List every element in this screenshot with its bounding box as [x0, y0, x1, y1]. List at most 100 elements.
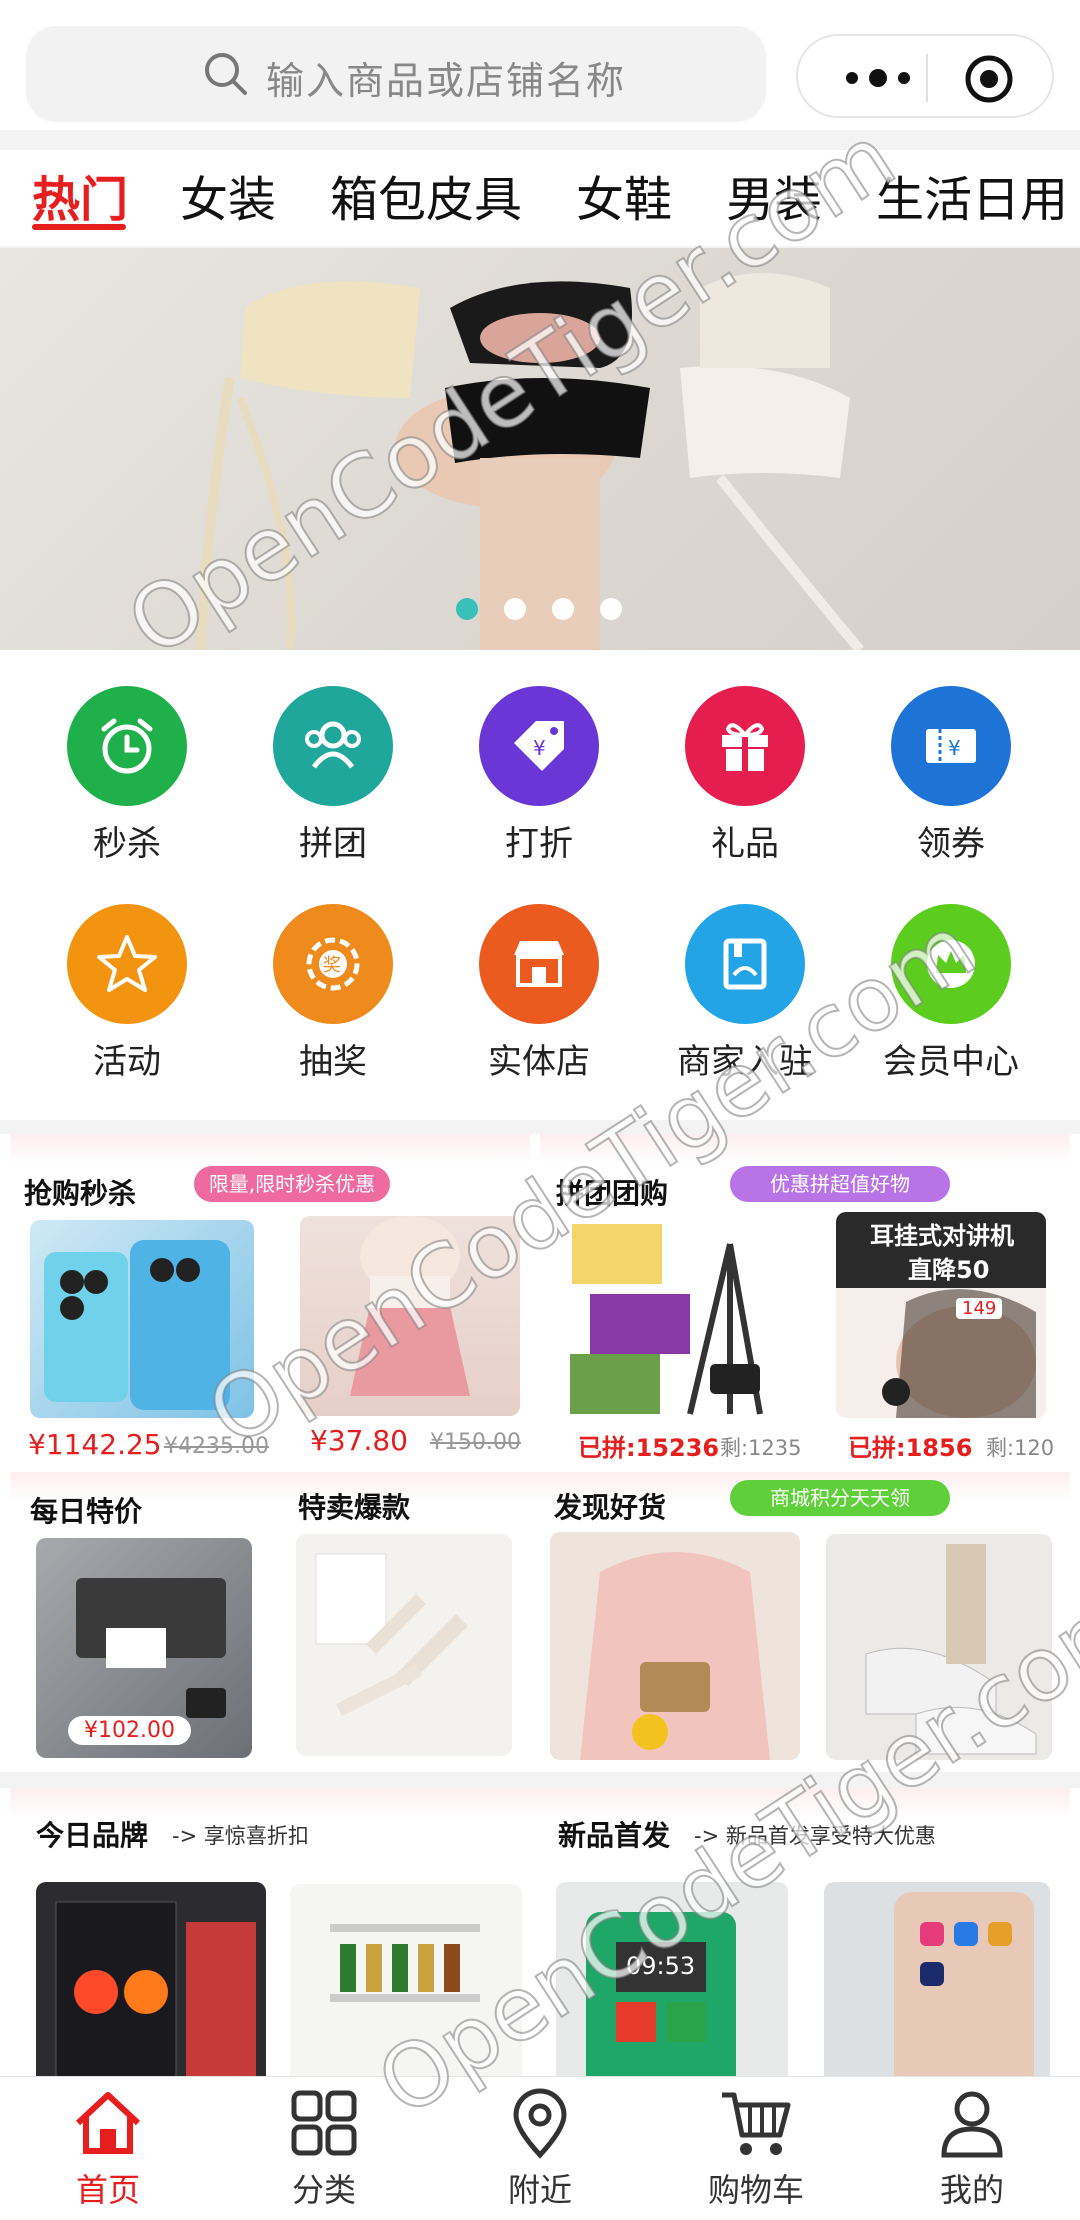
grid-item-lottery[interactable]: 奖 抽奖: [230, 904, 436, 1083]
product-image-phone[interactable]: [30, 1220, 254, 1418]
product-image-blouse[interactable]: [550, 1532, 800, 1760]
tabbar-label: 我的: [939, 2171, 1004, 2209]
crown-icon: [891, 904, 1011, 1024]
tab-mens-clothing[interactable]: 男装: [726, 160, 822, 230]
product-image-pc-case[interactable]: [36, 1882, 266, 2078]
grid-label: 会员中心: [883, 1042, 1019, 1082]
hot-sale-title: 特卖爆款: [298, 1491, 411, 1524]
svg-text:09:53: 09:53: [626, 1952, 695, 1980]
flash-sale-title: 抢购秒杀: [24, 1177, 137, 1210]
group-icon: [273, 686, 393, 806]
search-box[interactable]: 输入商品或店铺名称: [26, 26, 766, 122]
new-arrivals-title: 新品首发: [558, 1819, 671, 1852]
daily-price: ¥102.00: [68, 1716, 191, 1745]
grid-item-coupons[interactable]: ¥ 领券: [848, 686, 1054, 865]
today-brand-title: 今日品牌: [36, 1819, 149, 1852]
product-image-tripod[interactable]: [560, 1214, 800, 1420]
bottom-tab-bar: 首页 分类 附近 购物车 我的: [0, 2076, 1080, 2220]
group-left-1: 剩:1235: [720, 1436, 802, 1460]
grid-label: 打折: [505, 824, 573, 864]
grid-item-gifts[interactable]: 礼品: [642, 686, 848, 865]
brand-section: 今日品牌 -> 享惊喜折扣 新品首发 -> 新品首发享受特大优惠 09:53: [0, 1788, 1080, 2078]
discover-tag: 商城积分天天领: [730, 1480, 950, 1516]
lottery-icon: 奖: [273, 904, 393, 1024]
ad-price: 149: [956, 1298, 1003, 1319]
flash-price-1: ¥1142.25: [28, 1428, 162, 1461]
grid-item-membership[interactable]: 会员中心: [848, 904, 1054, 1083]
product-image-knife-set[interactable]: [296, 1534, 512, 1756]
tabbar-cart[interactable]: 购物车: [648, 2085, 864, 2211]
grid-item-activities[interactable]: 活动: [24, 904, 230, 1083]
discover-title: 发现好货: [554, 1491, 667, 1524]
product-image-spice-rack[interactable]: [290, 1884, 522, 2078]
tabbar-label: 首页: [75, 2171, 140, 2209]
promo-section: 抢购秒杀 限量,限时秒杀优惠 ¥1142.25 ¥4235.00 ¥37.80 …: [0, 1134, 1080, 1772]
store-icon: [479, 904, 599, 1024]
coupon-icon: ¥: [891, 686, 1011, 806]
svg-text:¥: ¥: [533, 736, 546, 760]
tabbar-label: 分类: [291, 2171, 356, 2209]
feature-grid: 秒杀 拼团 ¥ 打折 礼品 ¥ 领券 活动 奖 抽奖 实体店 商家入驻 会员中心: [0, 650, 1080, 1120]
tab-womens-clothing[interactable]: 女装: [180, 160, 276, 230]
brands-band: [10, 1788, 1070, 1818]
home-icon: [75, 2092, 141, 2154]
banner-carousel[interactable]: [0, 248, 1080, 650]
flash-price-2: ¥37.80: [310, 1424, 408, 1457]
tab-daily-goods[interactable]: 生活日用: [876, 160, 1068, 230]
daily-deals-title: 每日特价: [30, 1495, 143, 1528]
capsule-divider: [926, 54, 928, 102]
today-brand-subtitle: -> 享惊喜折扣: [172, 1824, 309, 1848]
group-left-2: 剩:120: [986, 1436, 1055, 1460]
grid-item-store[interactable]: 实体店: [436, 904, 642, 1083]
tabbar-nearby[interactable]: 附近: [432, 2085, 648, 2211]
close-target-icon[interactable]: [964, 54, 1014, 104]
alarm-clock-icon: [67, 686, 187, 806]
product-image-skirt[interactable]: [300, 1216, 520, 1416]
grid-label: 抽奖: [299, 1042, 367, 1082]
grid-item-merchant[interactable]: 商家入驻: [642, 904, 848, 1083]
product-image-phone-case[interactable]: [824, 1882, 1050, 2078]
tab-womens-shoes[interactable]: 女鞋: [576, 160, 672, 230]
group-buy-title: 拼团团购: [556, 1177, 669, 1210]
new-arrivals-subtitle: -> 新品首发享受特大优惠: [694, 1824, 936, 1848]
promo-band-right: [540, 1134, 1070, 1164]
search-icon: [205, 53, 247, 95]
banner-dot-3[interactable]: [552, 598, 574, 620]
tabbar-home[interactable]: 首页: [0, 2085, 216, 2211]
more-icon[interactable]: [838, 60, 918, 96]
grid-item-group-buy[interactable]: 拼团: [230, 686, 436, 865]
grid-label: 活动: [93, 1042, 161, 1082]
banner-dot-1[interactable]: [456, 598, 478, 620]
price-tag-icon: ¥: [479, 686, 599, 806]
tab-active-indicator: [32, 224, 126, 230]
flash-old-price-2: ¥150.00: [430, 1430, 521, 1455]
grid-label: 拼团: [299, 824, 367, 864]
flash-old-price-1: ¥4235.00: [164, 1434, 269, 1459]
cart-icon: [722, 2092, 791, 2155]
grid-label: 实体店: [488, 1042, 590, 1082]
location-icon: [513, 2088, 567, 2159]
banner-dot-4[interactable]: [600, 598, 622, 620]
product-image-earpiece[interactable]: 耳挂式对讲机 直降50 149: [836, 1212, 1046, 1418]
product-image-sneakers[interactable]: [826, 1534, 1052, 1760]
banner-image: [195, 273, 864, 650]
category-tabs: 热门 女装 箱包皮具 女鞋 男装 生活日用: [0, 150, 1080, 246]
product-image-new-phone[interactable]: 09:53: [556, 1882, 788, 2078]
banner-dot-2[interactable]: [504, 598, 526, 620]
tabbar-profile[interactable]: 我的: [864, 2085, 1080, 2211]
category-icon: [291, 2090, 357, 2156]
tab-hot[interactable]: 热门: [32, 160, 128, 230]
grid-label: 秒杀: [93, 824, 161, 864]
grid-item-discount[interactable]: ¥ 打折: [436, 686, 642, 865]
tabbar-label: 附近: [507, 2171, 572, 2209]
grid-label: 领券: [917, 824, 985, 864]
tab-bags[interactable]: 箱包皮具: [330, 160, 522, 230]
group-sold-2: 已拼:1856: [848, 1434, 973, 1462]
grid-item-flash-sale[interactable]: 秒杀: [24, 686, 230, 865]
grid-label: 礼品: [711, 824, 779, 864]
tabbar-category[interactable]: 分类: [216, 2085, 432, 2211]
search-placeholder: 输入商品或店铺名称: [266, 59, 627, 103]
mini-program-capsule: [796, 34, 1054, 118]
top-bar: 输入商品或店铺名称: [0, 0, 1080, 130]
svg-text:奖: 奖: [323, 955, 341, 976]
